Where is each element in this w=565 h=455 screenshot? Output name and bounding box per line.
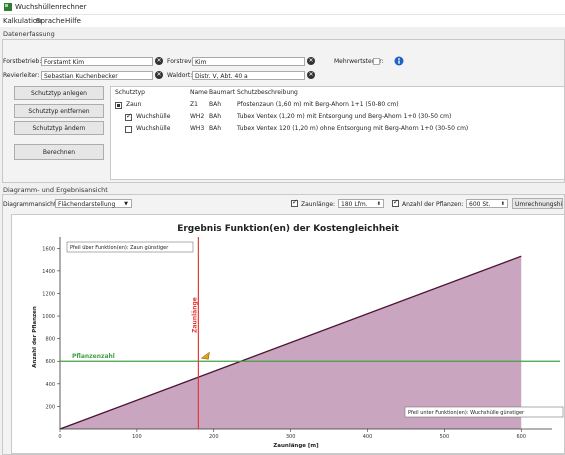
table-cell-name: WH3 <box>190 125 205 132</box>
forstrevier-clear-icon[interactable]: ✕ <box>307 57 315 65</box>
y-tick-label: 400 <box>45 382 55 388</box>
x-tick-label: 100 <box>132 434 142 440</box>
revierleiter-label: Revierleiter: <box>3 72 40 79</box>
table-cell-name: WH2 <box>190 113 205 120</box>
x-tick-label: 300 <box>286 434 296 440</box>
remove-protection-type-button[interactable]: Schutztyp entfernen <box>14 104 104 118</box>
cost-equality-chart: Ergebnis Funktion(en) der Kostengleichhe… <box>32 224 564 449</box>
table-cell-tree: BAh <box>209 113 222 120</box>
annotation-above-text: Pfeil über Funktion(en): Zaun günstiger <box>70 245 169 251</box>
title-bar: Wuchshüllenrechner <box>0 0 565 15</box>
fence-length-value: 180 Lfm. <box>341 201 368 208</box>
table-cell-desc: Pfostenzaun (1,60 m) mit Berg-Ahorn 1+1 … <box>237 101 399 108</box>
marker-arrow <box>200 351 210 360</box>
table-cell-desc: Tubex Ventex 120 (1,20 m) ohne Entsorgun… <box>237 125 469 132</box>
menu-bar: Kalkulation Sprache Hilfe <box>0 15 565 27</box>
x-tick-label: 200 <box>209 434 219 440</box>
table-cell-type: Wuchshülle <box>136 113 171 120</box>
window-title: Wuchshüllenrechner <box>15 3 87 11</box>
fence-length-label: Zaunlänge: <box>301 201 336 208</box>
y-tick-label: 800 <box>45 337 55 343</box>
data-entry-section-label: Datenerfassung <box>3 30 55 38</box>
menu-hilfe[interactable]: Hilfe <box>65 17 81 25</box>
waldort-label: Waldort: <box>167 72 193 79</box>
row-wh3-checkbox[interactable] <box>125 126 132 133</box>
table-cell-tree: BAh <box>209 101 222 108</box>
y-tick-label: 1000 <box>42 314 55 320</box>
help-info-icon[interactable] <box>394 56 404 66</box>
fence-length-checkbox[interactable] <box>291 198 298 207</box>
chart-title: Ergebnis Funktion(en) der Kostengleichhe… <box>177 224 399 234</box>
chart-y-axis-label: Anzahl der Pflanzen <box>32 306 38 368</box>
forstbetrieb-clear-icon[interactable]: ✕ <box>155 57 163 65</box>
revierleiter-clear-icon[interactable]: ✕ <box>155 71 163 79</box>
chart-x-axis-label: Zaunlänge [m] <box>273 443 319 449</box>
table-cell-tree: BAh <box>209 125 222 132</box>
fence-length-spinbox[interactable]: 180 Lfm. ⬍ <box>338 199 384 208</box>
conversion-help-button[interactable]: Umrechnungshilfe <box>512 198 563 209</box>
x-tick-label: 600 <box>516 434 526 440</box>
table-cell-type: Zaun <box>126 101 142 108</box>
row-zaun-checkbox[interactable] <box>115 102 122 109</box>
plant-count-spinbox[interactable]: 600 St. ⬍ <box>466 199 508 208</box>
plant-count-label: Anzahl der Pflanzen: <box>402 201 464 208</box>
table-header-desc: Schutzbeschreibung <box>237 89 298 96</box>
y-tick-label: 600 <box>45 359 55 365</box>
chart-container: Ergebnis Funktion(en) der Kostengleichhe… <box>11 214 565 454</box>
table-cell-desc: Tubex Ventex (1,20 m) mit Entsorgung und… <box>237 113 452 120</box>
x-tick-label: 0 <box>58 434 61 440</box>
add-protection-type-button[interactable]: Schutztyp anlegen <box>14 86 104 100</box>
diagram-section-label: Diagramm- und Ergebnisansicht <box>3 186 108 194</box>
table-header-type: Schutztyp <box>115 89 145 96</box>
intersection-marker-icon <box>200 351 210 360</box>
x-tick-label: 500 <box>440 434 450 440</box>
diagram-view-label: Diagrammansicht: <box>3 201 59 208</box>
diagram-view-value: Flächendarstellung <box>58 201 116 208</box>
y-tick-label: 1600 <box>42 246 55 252</box>
revierleiter-input[interactable]: Sebastian Kuchenbecker <box>41 71 153 80</box>
forstrevier-input[interactable]: Kim <box>192 57 305 66</box>
x-tick-label: 400 <box>363 434 373 440</box>
plant-count-checkbox[interactable] <box>392 198 399 207</box>
forstbetrieb-input[interactable]: Forstamt Kim <box>41 57 153 66</box>
table-header-tree: Baumart <box>209 89 235 96</box>
menu-sprache[interactable]: Sprache <box>36 17 65 25</box>
row-wh2-checkbox[interactable] <box>125 112 132 121</box>
y-tick-label: 200 <box>45 404 55 410</box>
diagram-view-select[interactable]: Flächendarstellung ▼ <box>55 199 132 208</box>
plant-count-value: 600 St. <box>469 201 491 208</box>
table-cell-type: Wuchshülle <box>136 125 171 132</box>
app-icon <box>4 3 12 11</box>
y-tick-label: 1200 <box>42 291 55 297</box>
chevron-down-icon: ▼ <box>124 201 128 207</box>
calculate-button[interactable]: Berechnen <box>14 144 104 160</box>
y-tick-label: 1400 <box>42 269 55 275</box>
annotation-below-text: Pfeil unter Funktion(en): Wuchshülle gün… <box>408 410 525 416</box>
hline-label: Pflanzenzahl <box>72 353 115 360</box>
mwst-checkbox[interactable] <box>373 58 380 65</box>
table-header-name: Name <box>190 89 208 96</box>
annotation-below-box: Pfeil unter Funktion(en): Wuchshülle gün… <box>404 406 564 418</box>
annotation-above-box: Pfeil über Funktion(en): Zaun günstiger <box>66 241 194 253</box>
waldort-input[interactable]: Distr. V, Abt. 40 a <box>192 71 305 80</box>
spin-arrows-icon[interactable]: ⬍ <box>501 200 505 209</box>
forstbetrieb-label: Forstbetrieb: <box>3 58 42 65</box>
table-cell-name: Z1 <box>190 101 198 108</box>
spin-arrows-icon[interactable]: ⬍ <box>377 200 381 209</box>
waldort-clear-icon[interactable]: ✕ <box>307 71 315 79</box>
protection-type-table: Schutztyp Name Baumart Schutzbeschreibun… <box>110 86 565 180</box>
change-protection-type-button[interactable]: Schutztyp ändern <box>14 121 104 135</box>
vline-label: Zaunlänge <box>191 297 198 333</box>
